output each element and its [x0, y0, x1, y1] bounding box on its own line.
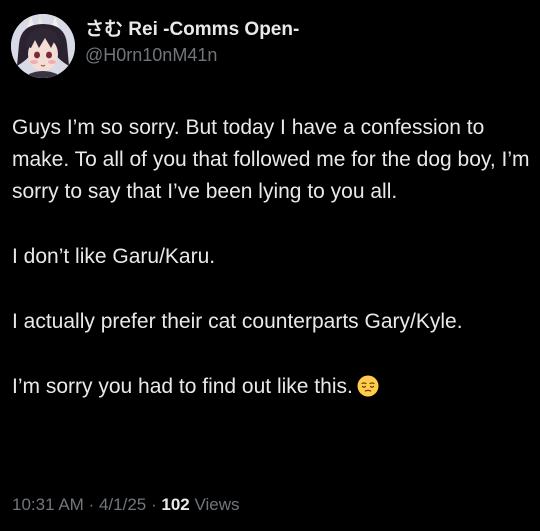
tweet-paragraph-text: I’m sorry you had to find out like this. — [12, 375, 353, 398]
avatar-image — [11, 14, 75, 78]
meta-separator: · — [88, 495, 95, 514]
tweet-paragraph-last: I’m sorry you had to find out like this. — [12, 371, 532, 403]
tweet: さむ Rei -Comms Open- @H0rn10nM41n Guys I’… — [0, 0, 540, 531]
user-handle[interactable]: @H0rn10nM41n — [85, 43, 299, 67]
tweet-paragraph: Guys I’m so sorry. But today I have a co… — [12, 116, 530, 203]
author-names: さむ Rei -Comms Open- @H0rn10nM41n — [85, 18, 299, 67]
pensive-face-icon — [357, 375, 379, 397]
tweet-header: さむ Rei -Comms Open- @H0rn10nM41n — [11, 14, 299, 78]
tweet-meta: 10:31 AM · 4/1/25 · 102 Views — [12, 494, 240, 516]
views-count: 102 — [161, 495, 190, 514]
display-name[interactable]: さむ Rei -Comms Open- — [85, 18, 299, 42]
tweet-paragraph: I don’t like Garu/Karu. — [12, 245, 216, 268]
tweet-paragraph: I actually prefer their cat counterparts… — [12, 310, 463, 333]
avatar[interactable] — [11, 14, 75, 78]
tweet-text: Guys I’m so sorry. But today I have a co… — [12, 112, 532, 436]
tweet-date[interactable]: 4/1/25 — [99, 495, 146, 514]
views-label: Views — [194, 495, 240, 514]
tweet-time[interactable]: 10:31 AM — [12, 495, 84, 514]
meta-separator: · — [150, 495, 157, 514]
